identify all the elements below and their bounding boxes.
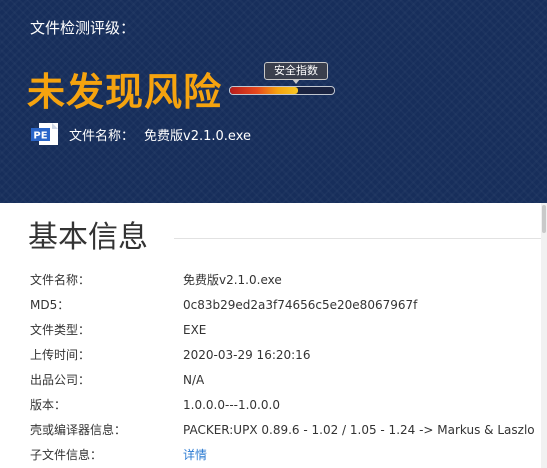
file-name-line: PE 文件名称： 免费版v2.1.0.exe <box>30 121 251 147</box>
info-value: PACKER:UPX 0.89.6 - 1.02 / 1.05 - 1.24 -… <box>183 423 535 437</box>
file-name-label: 文件名称： <box>69 128 135 144</box>
info-key: 文件名称： <box>30 273 91 287</box>
info-key: MD5： <box>30 298 70 312</box>
pe-icon-text: PE <box>33 131 47 142</box>
security-index-badge: 安全指数 <box>264 62 328 84</box>
info-value: 免费版v2.1.0.exe <box>183 273 282 287</box>
section-divider <box>174 238 547 239</box>
pe-file-icon: PE <box>30 122 60 146</box>
security-index-meter <box>229 86 335 95</box>
basic-info-title: 基本信息 <box>28 220 148 255</box>
file-name-value: 免费版v2.1.0.exe <box>144 128 251 144</box>
info-value: N/A <box>183 373 205 387</box>
subfile-details-link[interactable]: 详情 <box>183 445 207 465</box>
info-key: 上传时间： <box>30 348 91 362</box>
info-value: 2020-03-29 16:20:16 <box>183 348 311 362</box>
scan-result-banner: 文件检测评级： 未发现风险 安全指数 PE 文件名称： 免费版v2.1.0.ex… <box>0 0 547 203</box>
info-key: 出品公司： <box>30 373 91 387</box>
scrollbar-thumb[interactable] <box>542 205 546 233</box>
info-value: 0c83b29ed2a3f74656c5e20e8067967f <box>183 298 418 312</box>
info-key: 子文件信息： <box>30 448 103 462</box>
security-index-meter-fill <box>230 87 298 94</box>
scrollbar[interactable] <box>541 203 547 468</box>
info-value: 1.0.0.0---1.0.0.0 <box>183 398 280 412</box>
info-value: EXE <box>183 323 207 337</box>
grade-label: 文件检测评级： <box>30 19 136 37</box>
info-key: 壳或编译器信息： <box>30 423 127 437</box>
info-key: 文件类型： <box>30 323 91 337</box>
scan-result-text: 未发现风险 <box>27 70 223 114</box>
info-key: 版本： <box>30 398 67 412</box>
